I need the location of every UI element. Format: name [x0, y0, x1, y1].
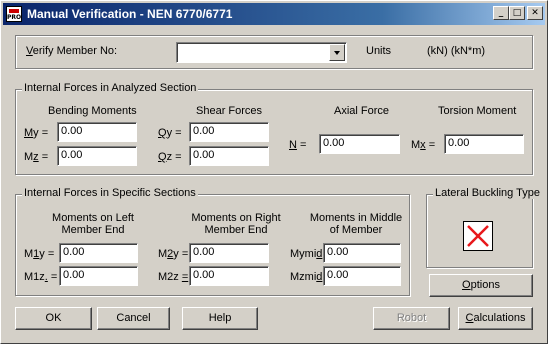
- verify-member-label: Verify Member No:: [26, 45, 118, 57]
- ok-button[interactable]: OK: [15, 307, 92, 330]
- lateral-buckling-type-button[interactable]: [463, 221, 493, 251]
- mx-label: Mx =: [411, 139, 436, 151]
- title-bar: PRO Manual Verification - NEN 6770/6771 …: [3, 3, 545, 25]
- app-icon-text: PRO: [7, 14, 22, 21]
- combo-dropdown-button[interactable]: [329, 44, 345, 61]
- help-button[interactable]: Help: [182, 307, 258, 330]
- middle-header: Moments in Middle of Member: [309, 212, 403, 236]
- close-icon: ✕: [531, 8, 539, 18]
- shear-forces-header: Shear Forces: [196, 105, 263, 117]
- window-title: Manual Verification - NEN 6770/6771: [27, 7, 233, 21]
- minimize-icon: _: [498, 8, 504, 18]
- red-x-icon: [467, 225, 489, 247]
- units-label: Units: [366, 45, 392, 57]
- n-field[interactable]: 0.00: [319, 134, 400, 154]
- close-button[interactable]: ✕: [527, 6, 543, 20]
- m1z-label: M1z. =: [24, 271, 58, 283]
- verify-member-combo[interactable]: [176, 42, 347, 63]
- qz-field[interactable]: 0.00: [189, 146, 269, 166]
- units-value: (kN) (kN*m): [427, 45, 486, 57]
- app-icon[interactable]: PRO: [6, 6, 22, 22]
- mz-label: Mz =: [24, 151, 49, 163]
- torsion-moment-header: Torsion Moment: [438, 105, 517, 117]
- minimize-button[interactable]: _: [493, 6, 509, 20]
- dialog-window: PRO Manual Verification - NEN 6770/6771 …: [0, 0, 548, 344]
- options-button[interactable]: Options: [429, 274, 533, 297]
- qy-label: Qy =: [158, 127, 182, 139]
- left-end-header: Moments on Left Member End: [52, 212, 134, 236]
- calculations-button[interactable]: Calculations: [458, 307, 533, 330]
- m2z-field[interactable]: 0.00: [189, 266, 269, 286]
- mzmid-field[interactable]: 0.00: [323, 266, 401, 286]
- my-field[interactable]: 0.00: [57, 122, 137, 142]
- m2y-label: M2y =: [158, 248, 189, 260]
- lateral-buckling-group: Lateral Buckling Type: [426, 187, 542, 268]
- specific-sections-legend: Internal Forces in Specific Sections: [22, 187, 198, 199]
- maximize-icon: □: [512, 8, 522, 18]
- verify-member-panel: Verify Member No: Units (kN) (kN*m): [15, 35, 533, 69]
- mx-field[interactable]: 0.00: [444, 134, 524, 154]
- robot-button[interactable]: Robot: [373, 307, 450, 330]
- m1z-field[interactable]: 0.00: [59, 266, 138, 286]
- m2z-label: M2z =: [158, 271, 189, 283]
- qz-label: Qz =: [158, 151, 182, 163]
- mz-field[interactable]: 0.00: [57, 146, 137, 166]
- mymid-field[interactable]: 0.00: [323, 243, 401, 263]
- m1y-field[interactable]: 0.00: [59, 243, 138, 263]
- lateral-buckling-legend: Lateral Buckling Type: [433, 187, 542, 199]
- m2y-field[interactable]: 0.00: [189, 243, 269, 263]
- axial-force-header: Axial Force: [334, 105, 390, 117]
- bending-moments-header: Bending Moments: [48, 105, 137, 117]
- qy-field[interactable]: 0.00: [189, 122, 269, 142]
- m1y-label: M1y =: [24, 248, 55, 260]
- specific-sections-group: Internal Forces in Specific Sections Mom…: [15, 187, 410, 296]
- chevron-down-icon: [334, 51, 340, 55]
- right-end-header: Moments on Right Member End: [191, 212, 281, 236]
- my-label: My =: [24, 127, 49, 139]
- n-label: N =: [289, 139, 307, 151]
- analyzed-section-group: Internal Forces in Analyzed Section Bend…: [15, 82, 533, 175]
- cancel-button[interactable]: Cancel: [97, 307, 170, 330]
- maximize-button[interactable]: □: [509, 6, 525, 20]
- analyzed-section-legend: Internal Forces in Analyzed Section: [22, 82, 199, 94]
